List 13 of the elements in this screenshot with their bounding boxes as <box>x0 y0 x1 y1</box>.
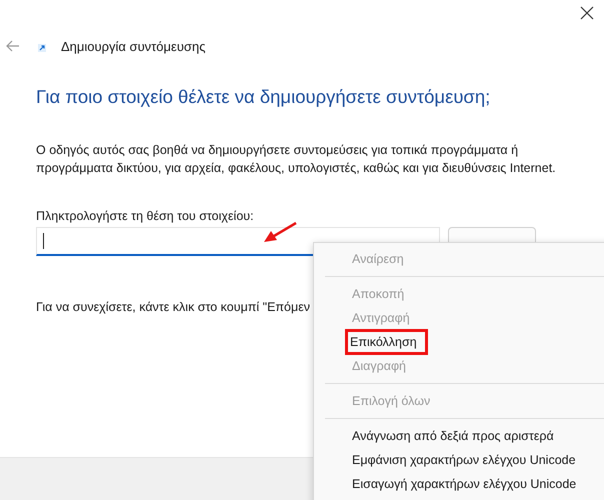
menu-item[interactable]: Επικόλληση <box>345 329 428 355</box>
close-icon[interactable] <box>580 6 594 20</box>
back-arrow-icon[interactable] <box>6 40 20 52</box>
field-label: Πληκτρολογήστε τη θέση του στοιχείου: <box>36 209 255 223</box>
description-text: Ο οδηγός αυτός σας βοηθά να δημιουργήσετε συντομεύσεις για τοπικά προγράμματα ή προγράμματα δικτύου, για αρχεία, φακέλους, υπολογιστές, καθώς και για διευθύνσεις Internet. <box>36 142 557 177</box>
window-title: Δημιουργία συντόμευσης <box>61 38 206 54</box>
annotation-arrow <box>262 221 298 243</box>
shortcut-icon <box>38 44 46 52</box>
menu-item[interactable]: Εισαγωγή χαρακτήρων ελέγχου Unicode <box>350 475 578 493</box>
menu-item[interactable]: Εμφάνιση χαρακτήρων ελέγχου Unicode <box>350 451 578 469</box>
instruction-text: Για να συνεχίσετε, κάντε κλικ στο κουμπί "Επόμεν <box>36 300 312 314</box>
menu-item[interactable]: Ανάγνωση από δεξιά προς αριστερά <box>350 427 556 445</box>
page-heading: Για ποιο στοιχείο θέλετε να δημιουργήσετε συντόμευση; <box>36 86 492 108</box>
